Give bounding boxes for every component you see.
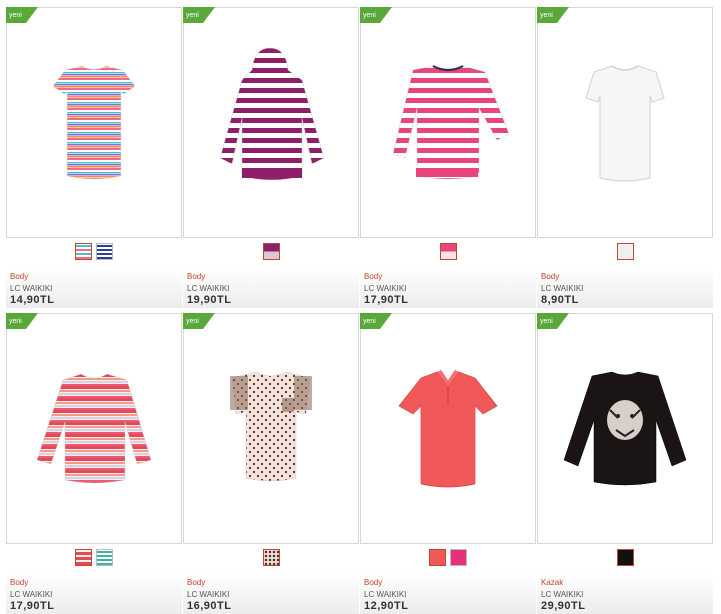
new-badge: yeni (360, 7, 392, 23)
color-swatches (360, 549, 536, 569)
product-category[interactable]: Body (364, 272, 382, 281)
product-image[interactable] (183, 313, 359, 544)
product-brand: LC WAIKIKI (10, 590, 53, 599)
color-swatch[interactable] (616, 549, 634, 566)
new-badge: yeni (360, 313, 392, 329)
product-info: Body LC WAIKIKI 14,90TL (6, 240, 182, 308)
product-category[interactable]: Body (187, 272, 205, 281)
product-image[interactable] (6, 313, 182, 544)
product-brand: LC WAIKIKI (541, 284, 584, 293)
product-brand: LC WAIKIKI (10, 284, 53, 293)
product-price: 14,90TL (10, 294, 55, 306)
product-info: Kazak LC WAIKIKI 29,90TL (537, 546, 713, 614)
color-swatches (183, 243, 359, 263)
svg-text:yeni: yeni (363, 12, 376, 19)
color-swatch[interactable] (450, 549, 467, 566)
svg-text:yeni: yeni (540, 12, 553, 19)
product-info: Body LC WAIKIKI 17,90TL (360, 240, 536, 308)
product-image[interactable] (6, 7, 182, 238)
product-brand: LC WAIKIKI (187, 590, 230, 599)
color-swatch[interactable] (96, 243, 113, 260)
color-swatches (183, 549, 359, 569)
product-price: 17,90TL (10, 600, 55, 612)
product-price: 12,90TL (364, 600, 409, 612)
new-badge: yeni (183, 7, 215, 23)
new-badge: yeni (6, 313, 38, 329)
color-swatches (537, 243, 713, 263)
color-swatch[interactable] (439, 243, 457, 260)
product-price: 17,90TL (364, 294, 409, 306)
product-category[interactable]: Kazak (541, 578, 563, 587)
product-brand: LC WAIKIKI (541, 590, 584, 599)
product-info: Body LC WAIKIKI 17,90TL (6, 546, 182, 614)
new-badge: yeni (537, 313, 569, 329)
product-category[interactable]: Body (541, 272, 559, 281)
color-swatch[interactable] (262, 549, 280, 566)
product-image[interactable] (360, 7, 536, 238)
product-image[interactable] (537, 7, 713, 238)
new-badge: yeni (183, 313, 215, 329)
product-image[interactable] (183, 7, 359, 238)
product-price: 16,90TL (187, 600, 232, 612)
color-swatches (6, 243, 182, 263)
new-badge: yeni (537, 7, 569, 23)
color-swatch[interactable] (262, 243, 280, 260)
product-info: Body LC WAIKIKI 12,90TL (360, 546, 536, 614)
color-swatch[interactable] (75, 549, 92, 566)
product-category[interactable]: Body (364, 578, 382, 587)
svg-text:yeni: yeni (9, 318, 22, 325)
product-category[interactable]: Body (187, 578, 205, 587)
product-image[interactable] (537, 313, 713, 544)
product-price: 29,90TL (541, 600, 586, 612)
new-badge: yeni (6, 7, 38, 23)
color-swatch[interactable] (75, 243, 92, 260)
svg-text:yeni: yeni (9, 12, 22, 19)
product-info: Body LC WAIKIKI 19,90TL (183, 240, 359, 308)
color-swatch[interactable] (429, 549, 446, 566)
product-info: Body LC WAIKIKI 8,90TL (537, 240, 713, 308)
product-price: 19,90TL (187, 294, 232, 306)
svg-text:yeni: yeni (186, 318, 199, 325)
color-swatches (6, 549, 182, 569)
product-info: Body LC WAIKIKI 16,90TL (183, 546, 359, 614)
color-swatch[interactable] (96, 549, 113, 566)
svg-text:yeni: yeni (363, 318, 376, 325)
svg-text:yeni: yeni (186, 12, 199, 19)
product-category[interactable]: Body (10, 272, 28, 281)
product-brand: LC WAIKIKI (364, 284, 407, 293)
color-swatches (537, 549, 713, 569)
product-price: 8,90TL (541, 294, 579, 306)
product-grid: yeni Body LC WAIKIKI 14,90TL yeni Body L… (0, 0, 721, 614)
product-category[interactable]: Body (10, 578, 28, 587)
product-brand: LC WAIKIKI (187, 284, 230, 293)
svg-text:yeni: yeni (540, 318, 553, 325)
product-brand: LC WAIKIKI (364, 590, 407, 599)
color-swatches (360, 243, 536, 263)
color-swatch[interactable] (616, 243, 634, 260)
product-image[interactable] (360, 313, 536, 544)
